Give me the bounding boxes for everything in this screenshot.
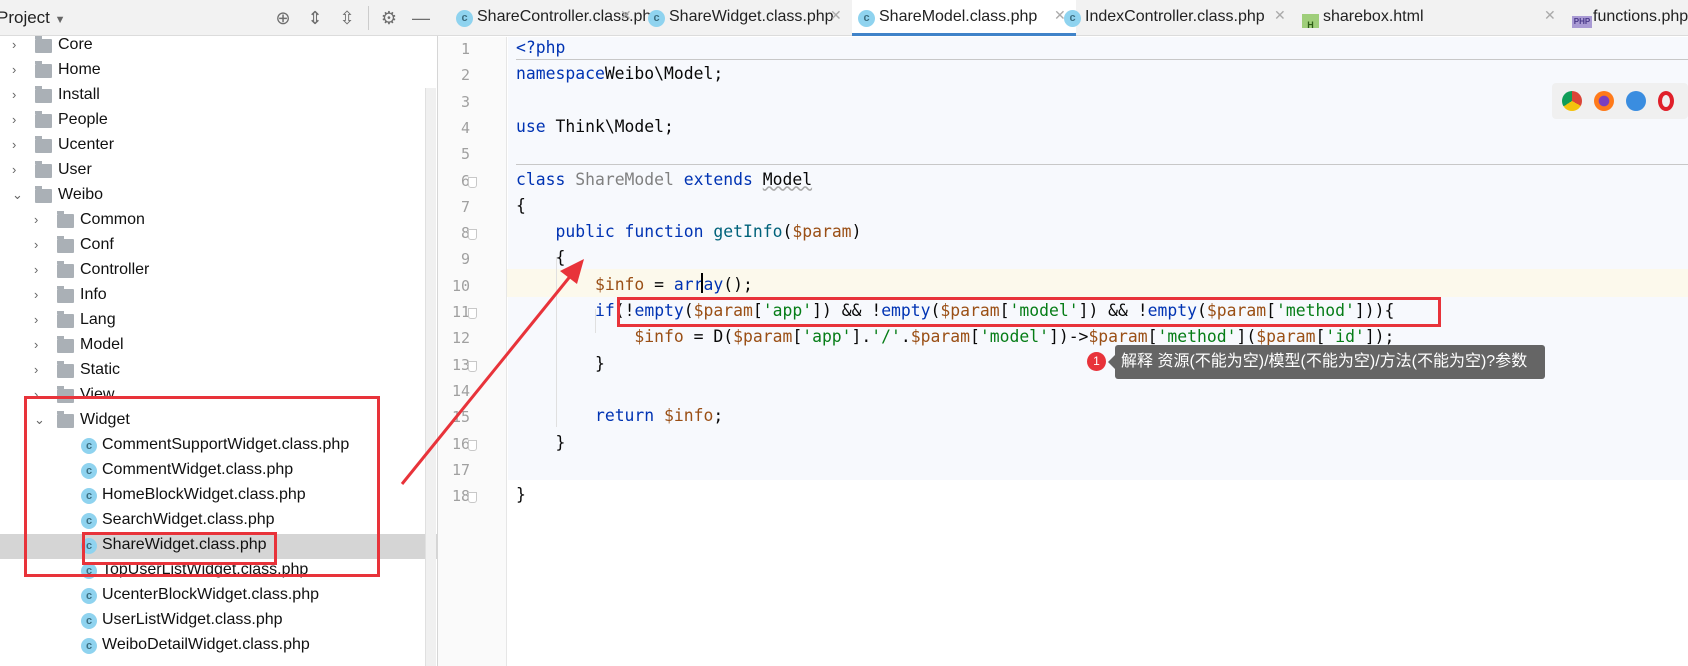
annotation-tooltip: 解释 资源(不能为空)/模型(不能为空)/方法(不能为空)?参数 (1108, 345, 1545, 379)
annotation-badge: 1 (1087, 352, 1106, 371)
annotation-arrow (400, 259, 584, 485)
